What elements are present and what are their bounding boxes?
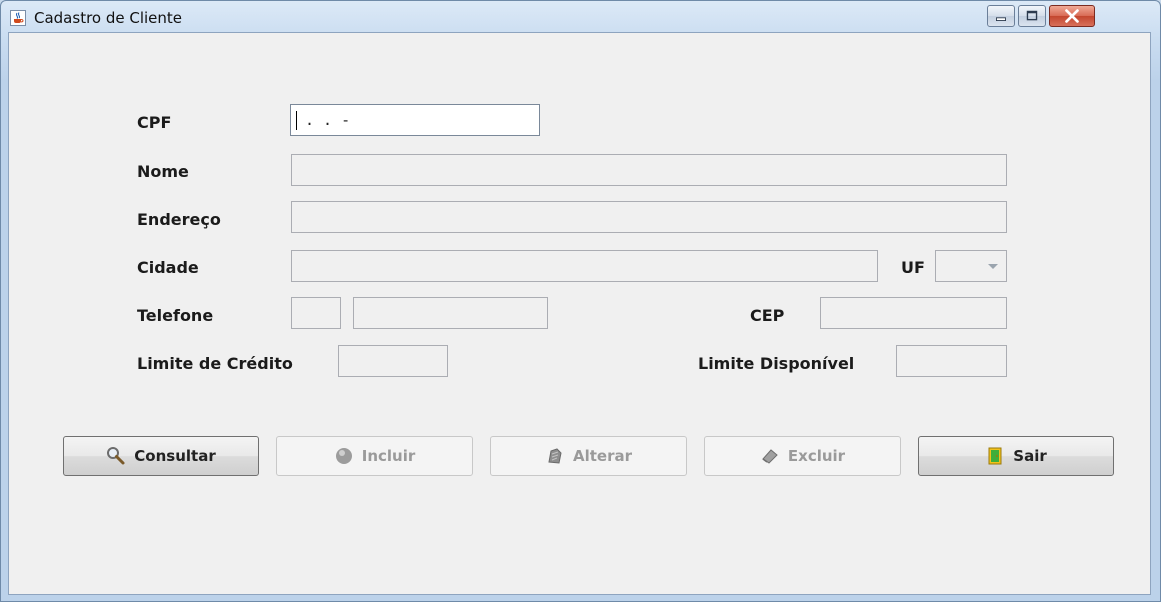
magnifier-icon <box>106 446 126 466</box>
cpf-label: CPF <box>137 113 172 132</box>
cidade-field[interactable] <box>291 250 878 282</box>
endereco-label: Endereço <box>137 210 221 229</box>
sair-button[interactable]: Sair <box>918 436 1114 476</box>
limite-disponivel-field[interactable] <box>896 345 1007 377</box>
add-circle-icon <box>334 446 354 466</box>
limite-credito-label: Limite de Crédito <box>137 354 293 373</box>
consultar-label: Consultar <box>134 447 216 465</box>
telefone-field[interactable] <box>353 297 548 329</box>
excluir-label: Excluir <box>787 447 846 465</box>
telefone-label: Telefone <box>137 306 214 325</box>
incluir-label: Incluir <box>361 447 416 465</box>
cep-label: CEP <box>750 306 785 325</box>
eraser-icon <box>760 446 780 466</box>
exit-door-icon <box>985 446 1005 466</box>
nome-label: Nome <box>137 162 189 181</box>
minimize-icon <box>996 17 1006 21</box>
cpf-value: . . - <box>305 111 351 129</box>
window-title: Cadastro de Cliente <box>34 9 183 27</box>
uf-combobox[interactable] <box>935 250 1007 282</box>
consultar-button[interactable]: Consultar <box>63 436 259 476</box>
form-panel: CPF . . - Nome Endereço Cidade UF Telefo… <box>8 32 1151 595</box>
alterar-label: Alterar <box>572 447 632 465</box>
cpf-field[interactable]: . . - <box>290 104 540 136</box>
close-button[interactable] <box>1049 5 1095 27</box>
limite-disponivel-label: Limite Disponível <box>698 354 855 373</box>
chevron-down-icon[interactable] <box>988 264 998 269</box>
excluir-button[interactable]: Excluir <box>704 436 901 476</box>
limite-credito-field[interactable] <box>338 345 448 377</box>
ddd-field[interactable] <box>291 297 341 329</box>
sair-label: Sair <box>1013 447 1047 465</box>
uf-label: UF <box>901 258 925 277</box>
cidade-label: Cidade <box>137 258 199 277</box>
text-caret <box>296 111 297 130</box>
java-cup-icon[interactable] <box>10 10 26 26</box>
alterar-button[interactable]: Alterar <box>490 436 687 476</box>
cep-field[interactable] <box>820 297 1007 329</box>
incluir-button[interactable]: Incluir <box>276 436 473 476</box>
minimize-button[interactable] <box>987 5 1015 27</box>
app-window: Cadastro de Cliente CPF . . - Nome Ender… <box>0 0 1161 602</box>
edit-icon <box>545 446 565 466</box>
endereco-field[interactable] <box>291 201 1007 233</box>
maximize-button[interactable] <box>1018 5 1046 27</box>
title-bar[interactable]: Cadastro de Cliente <box>1 1 1160 31</box>
close-icon <box>1065 9 1079 23</box>
maximize-icon <box>1026 10 1038 21</box>
nome-field[interactable] <box>291 154 1007 186</box>
